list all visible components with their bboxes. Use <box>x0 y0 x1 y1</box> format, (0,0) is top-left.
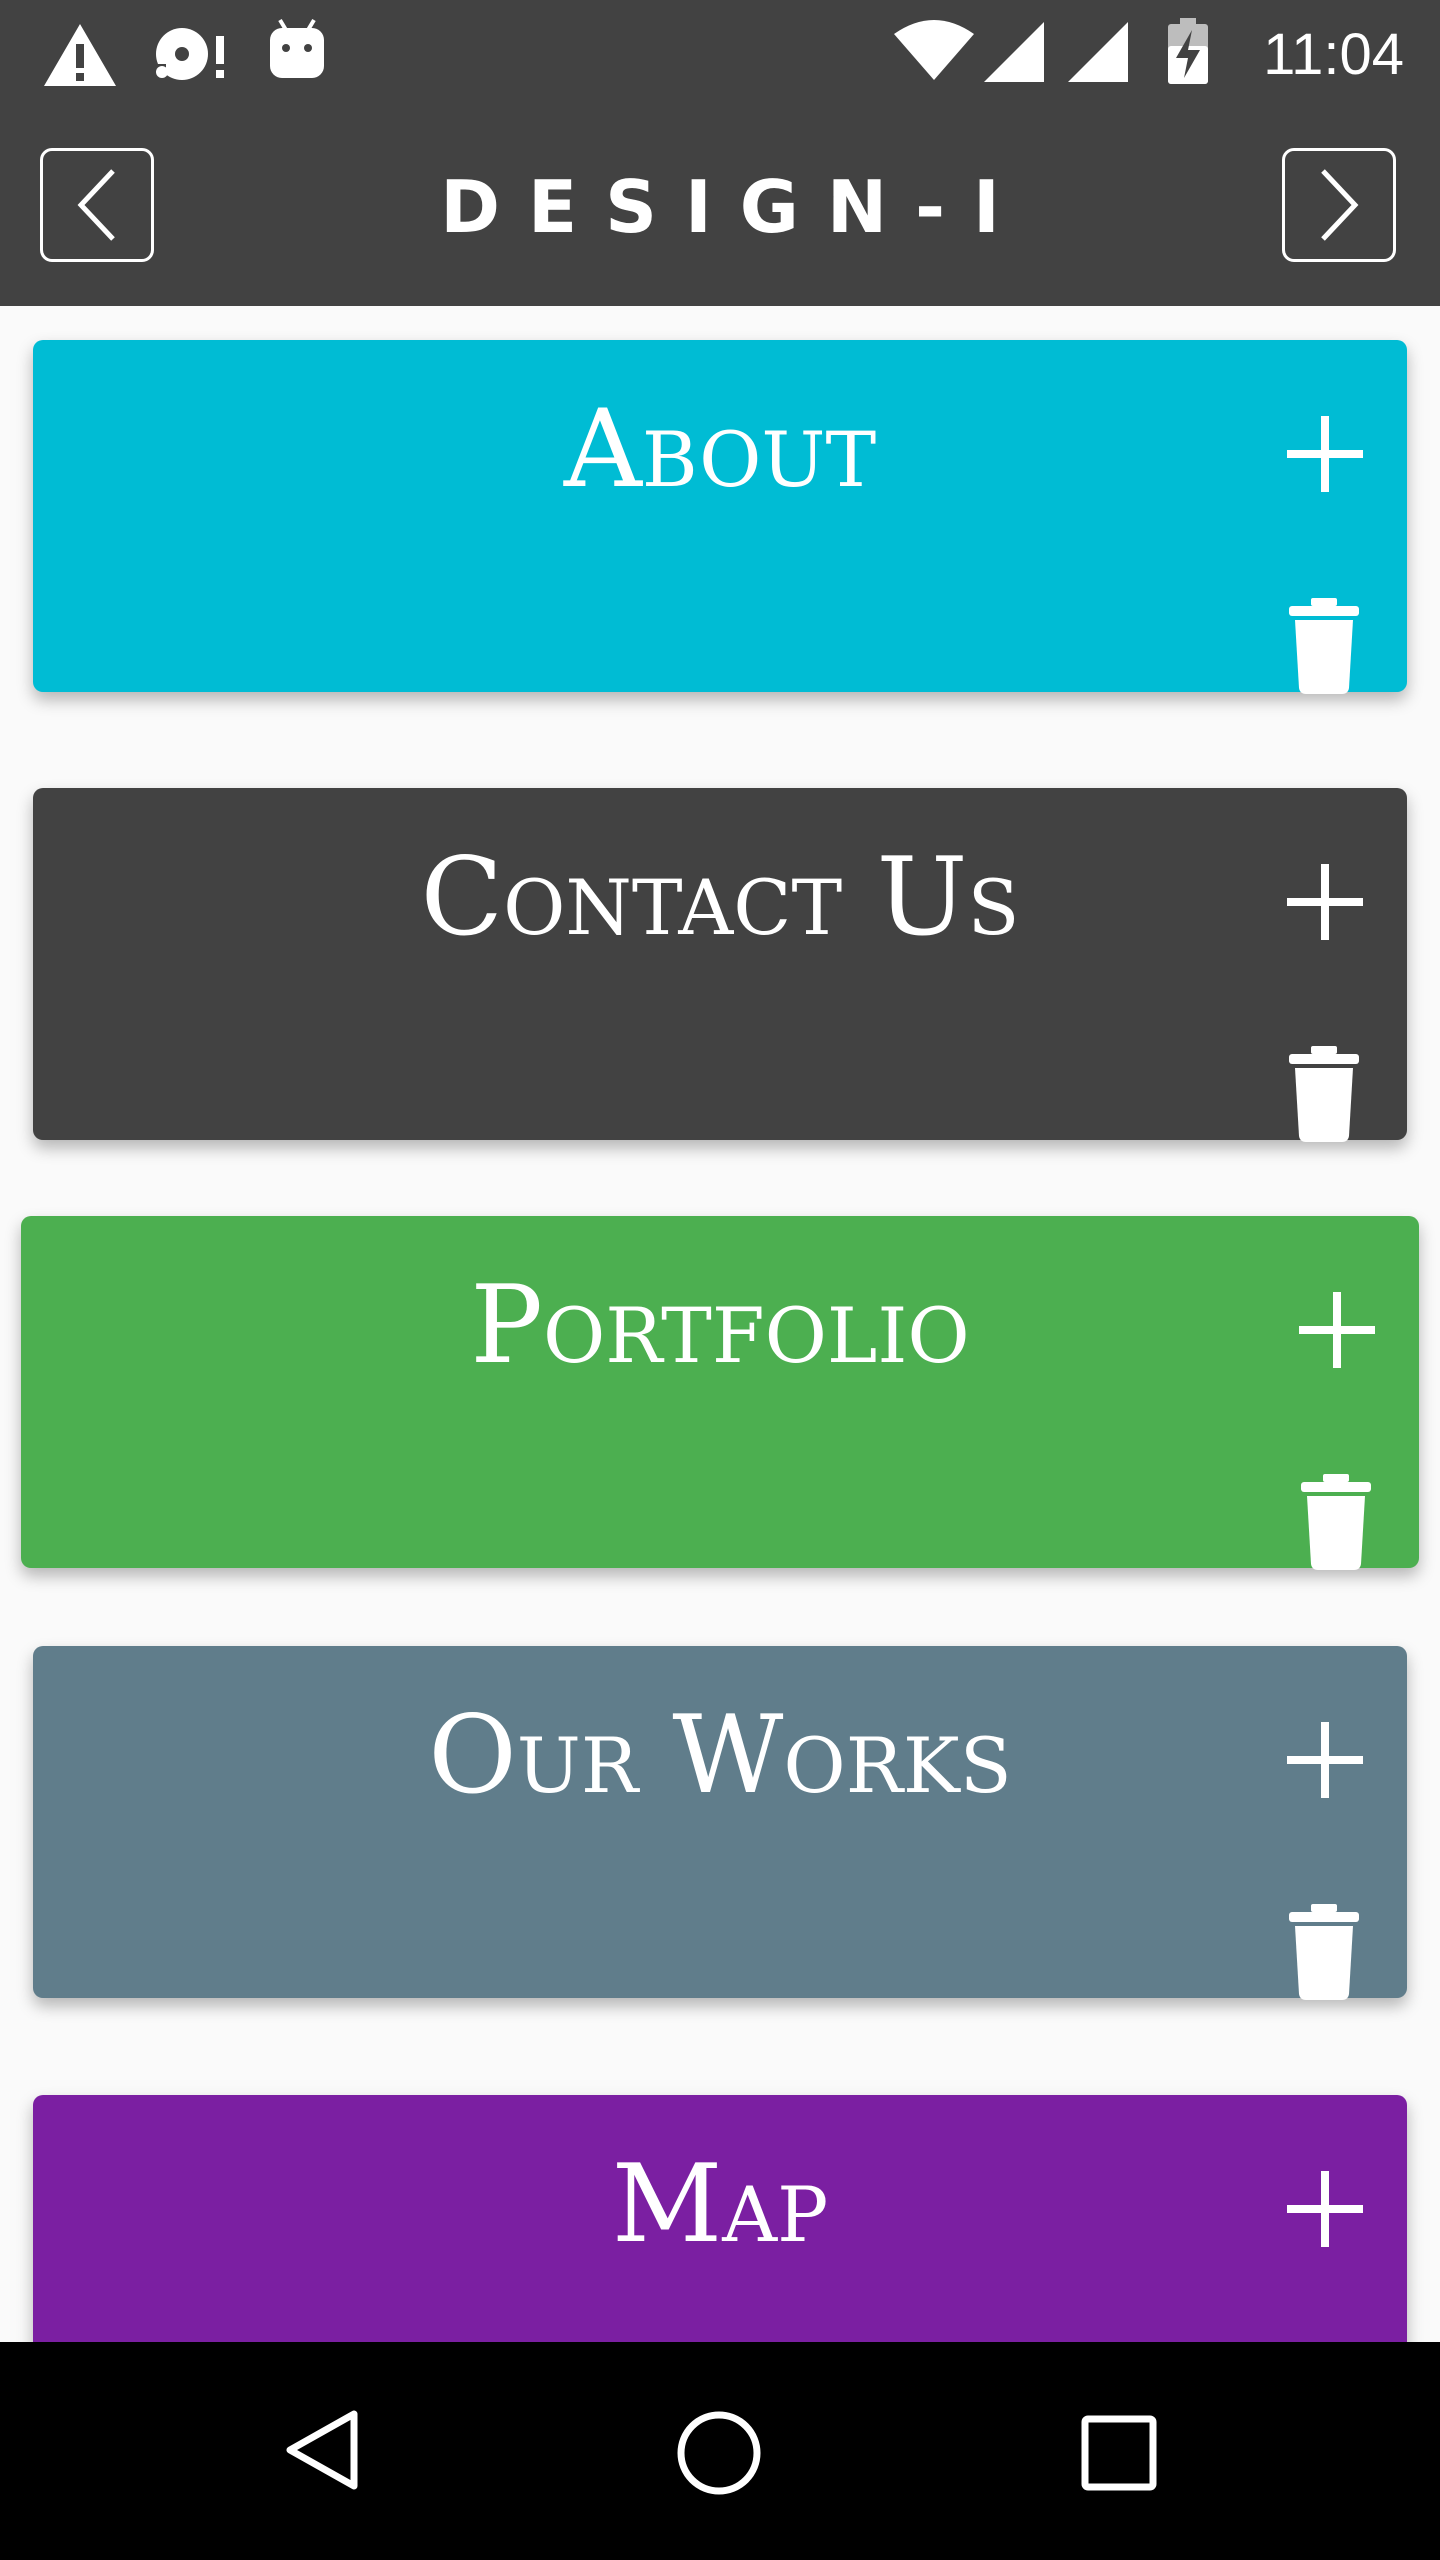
battery-charging-icon <box>1168 18 1208 84</box>
app-screen: 11:04 DESIGN-I About Contact Us Portfoli… <box>0 0 1440 2560</box>
card-title: Contact Us <box>420 835 1020 960</box>
recents-square-icon[interactable] <box>1080 2414 1158 2492</box>
card-title: Map <box>611 2142 829 2267</box>
status-time: 11:04 <box>1263 22 1404 87</box>
card-title: Portfolio <box>470 1263 970 1388</box>
android-icon <box>270 18 324 78</box>
trash-icon[interactable] <box>1301 1474 1371 1570</box>
card-portfolio[interactable]: Portfolio <box>21 1216 1419 1570</box>
card-contact-us[interactable]: Contact Us <box>33 788 1407 1142</box>
trash-icon[interactable] <box>1289 598 1359 694</box>
page-title: DESIGN-I <box>440 165 1028 249</box>
chevron-left-icon <box>77 169 115 241</box>
card-title: Our Works <box>428 1693 1012 1818</box>
plus-icon[interactable] <box>1283 1718 1367 1802</box>
signal-icon <box>1068 22 1128 82</box>
signal-icon <box>984 22 1044 82</box>
plus-icon[interactable] <box>1283 860 1367 944</box>
system-navigation-bar <box>0 2342 1440 2560</box>
plus-icon[interactable] <box>1283 2167 1367 2251</box>
card-map[interactable]: Map <box>33 2095 1407 2342</box>
card-list: About Contact Us Portfolio Our Works Map <box>0 306 1440 2342</box>
card-our-works[interactable]: Our Works <box>33 1646 1407 2000</box>
plus-icon[interactable] <box>1283 412 1367 496</box>
warning-icon <box>44 24 116 86</box>
disc-alert-icon <box>154 28 224 82</box>
next-button[interactable] <box>1282 148 1396 262</box>
previous-button[interactable] <box>40 148 154 262</box>
home-circle-icon[interactable] <box>674 2408 764 2498</box>
trash-icon[interactable] <box>1289 1904 1359 2000</box>
back-triangle-icon[interactable] <box>280 2408 364 2492</box>
card-about[interactable]: About <box>33 340 1407 694</box>
wifi-icon <box>894 20 974 80</box>
app-toolbar: DESIGN-I <box>0 108 1440 306</box>
plus-icon[interactable] <box>1295 1288 1379 1372</box>
trash-icon[interactable] <box>1289 1046 1359 1142</box>
card-title: About <box>563 387 877 512</box>
status-bar: 11:04 <box>0 0 1440 108</box>
chevron-right-icon <box>1321 169 1359 241</box>
